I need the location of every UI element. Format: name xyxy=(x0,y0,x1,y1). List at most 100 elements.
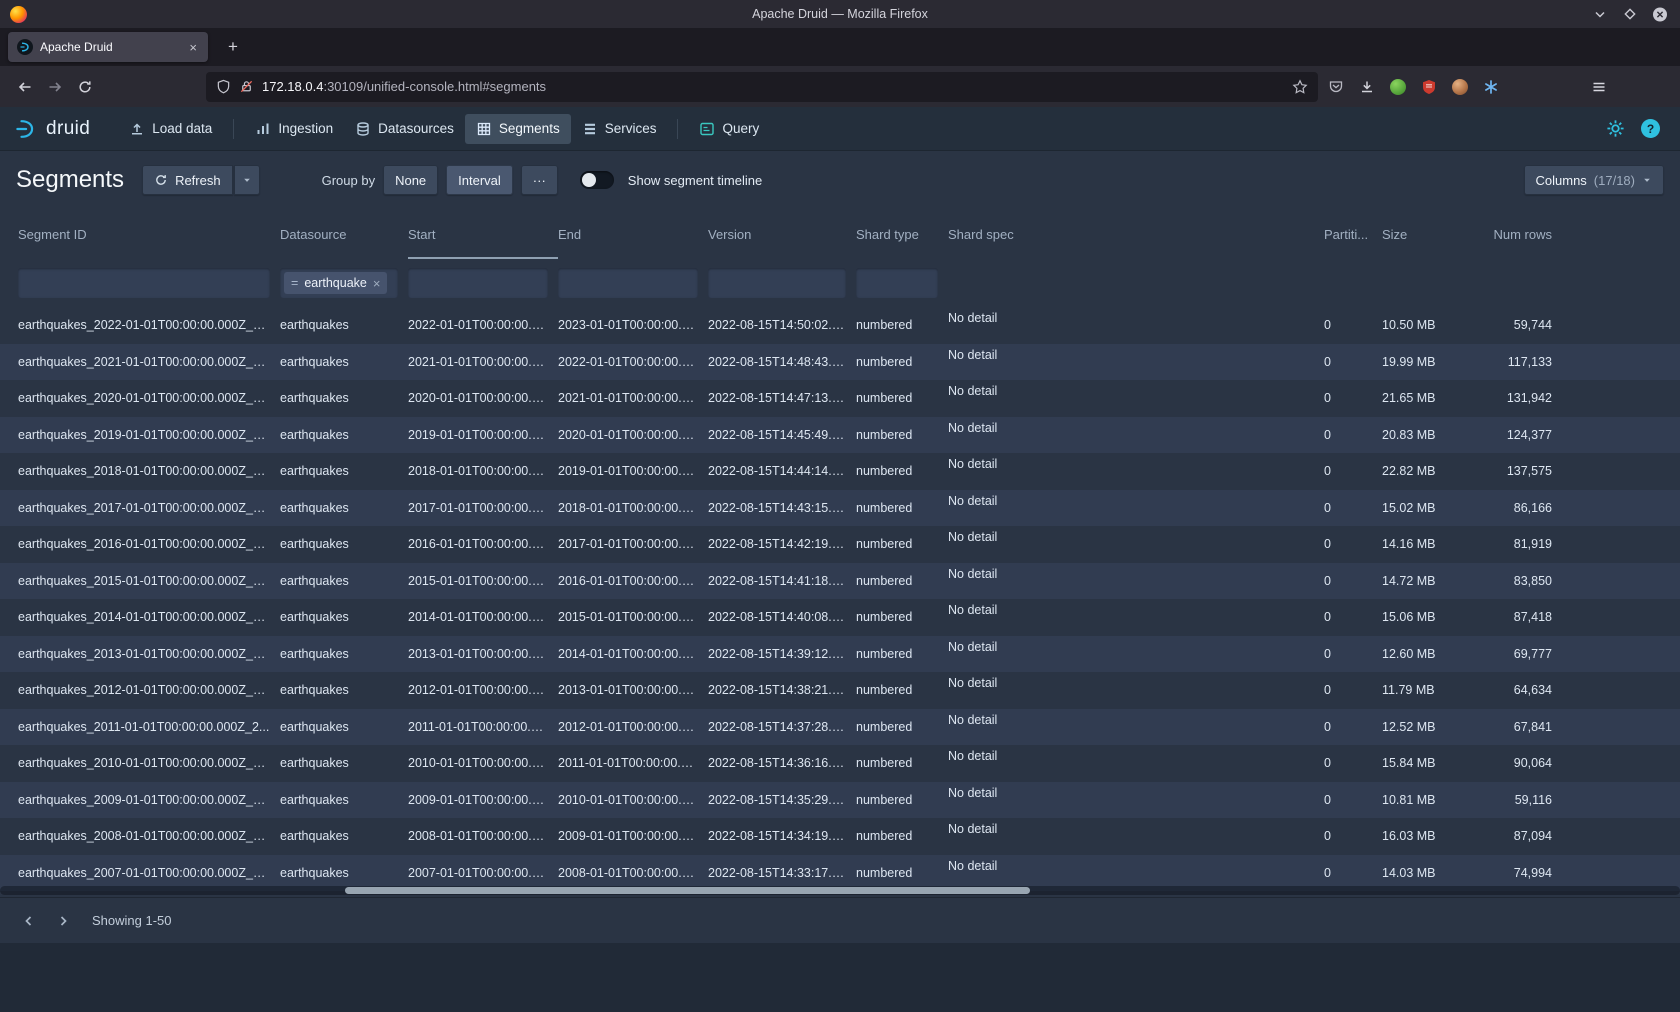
table-row[interactable]: earthquakes_2016-01-01T00:00:00.000Z_2..… xyxy=(0,526,1680,563)
cell-partition: 0 xyxy=(1324,355,1382,369)
help-icon[interactable]: ? xyxy=(1641,119,1660,138)
table-row[interactable]: earthquakes_2012-01-01T00:00:00.000Z_2..… xyxy=(0,672,1680,709)
table-row[interactable]: earthquakes_2022-01-01T00:00:00.000Z_2..… xyxy=(0,307,1680,344)
downloads-icon[interactable] xyxy=(1359,79,1375,95)
refresh-dropdown-button[interactable] xyxy=(234,165,260,195)
header-shard-spec[interactable]: Shard spec xyxy=(948,209,1324,259)
table-row[interactable]: earthquakes_2019-01-01T00:00:00.000Z_2..… xyxy=(0,417,1680,454)
segment-timeline-toggle[interactable] xyxy=(580,171,614,189)
header-end[interactable]: End xyxy=(558,209,708,259)
extension-snowflake-icon[interactable] xyxy=(1483,79,1499,95)
filter-remove-icon[interactable]: × xyxy=(373,276,381,291)
window-close-icon[interactable] xyxy=(1652,6,1668,22)
nav-item-segments[interactable]: Segments xyxy=(465,114,571,144)
filter-shard-type-input[interactable] xyxy=(856,268,938,298)
header-size[interactable]: Size xyxy=(1382,209,1490,259)
more-options-button[interactable]: ··· xyxy=(521,165,558,195)
url-text[interactable]: 172.18.0.4:30109/unified-console.html#se… xyxy=(262,79,546,94)
cell-size: 20.83 MB xyxy=(1382,428,1490,442)
cell-partition: 0 xyxy=(1324,501,1382,515)
cell-num-rows: 87,418 xyxy=(1490,610,1562,624)
table-row[interactable]: earthquakes_2021-01-01T00:00:00.000Z_2..… xyxy=(0,344,1680,381)
window-maximize-icon[interactable] xyxy=(1622,6,1638,22)
nav-item-ingestion[interactable]: Ingestion xyxy=(244,114,344,144)
bookmark-star-icon[interactable] xyxy=(1292,79,1308,95)
cell-partition: 0 xyxy=(1324,610,1382,624)
cell-shard-type: numbered xyxy=(856,501,948,515)
filter-datasource-input[interactable]: = earthquake × xyxy=(280,268,398,298)
tracking-protection-shield-icon[interactable] xyxy=(216,79,231,94)
nav-item-query[interactable]: Query xyxy=(688,114,770,144)
table-row[interactable]: earthquakes_2017-01-01T00:00:00.000Z_2..… xyxy=(0,490,1680,527)
toggle-knob xyxy=(582,173,596,187)
menu-icon[interactable] xyxy=(1585,73,1613,101)
cell-shard-spec: No detail xyxy=(948,453,1324,471)
table-row[interactable]: earthquakes_2010-01-01T00:00:00.000Z_2..… xyxy=(0,745,1680,782)
horizontal-scrollbar-thumb[interactable] xyxy=(345,887,1030,894)
cell-size: 22.82 MB xyxy=(1382,464,1490,478)
header-datasource[interactable]: Datasource xyxy=(280,209,408,259)
group-by-none-button[interactable]: None xyxy=(383,165,438,195)
cell-partition: 0 xyxy=(1324,537,1382,551)
ublock-extension-icon[interactable] xyxy=(1421,79,1437,95)
nav-item-services[interactable]: Services xyxy=(571,114,668,144)
cell-size: 12.52 MB xyxy=(1382,720,1490,734)
previous-page-icon[interactable] xyxy=(14,906,44,936)
header-version[interactable]: Version xyxy=(708,209,856,259)
cell-end: 2023-01-01T00:00:00.0... xyxy=(558,318,708,332)
back-icon[interactable] xyxy=(10,73,40,101)
next-page-icon[interactable] xyxy=(48,906,78,936)
columns-button[interactable]: Columns (17/18) xyxy=(1524,165,1665,195)
cell-shard-spec: No detail xyxy=(948,490,1324,508)
filter-segment-id-input[interactable] xyxy=(18,268,270,298)
cell-start: 2007-01-01T00:00:00.0... xyxy=(408,866,558,880)
cell-start: 2010-01-01T00:00:00.0... xyxy=(408,756,558,770)
new-tab-button[interactable]: + xyxy=(218,35,248,59)
profile-avatar[interactable] xyxy=(1452,79,1468,95)
forward-icon[interactable] xyxy=(40,73,70,101)
table-row[interactable]: earthquakes_2009-01-01T00:00:00.000Z_2..… xyxy=(0,782,1680,819)
table-row[interactable]: earthquakes_2014-01-01T00:00:00.000Z_2..… xyxy=(0,599,1680,636)
cell-end: 2021-01-01T00:00:00.0... xyxy=(558,391,708,405)
browser-tab-apache-druid[interactable]: Apache Druid × xyxy=(8,32,208,62)
privacy-badger-extension-icon[interactable] xyxy=(1390,79,1406,95)
cell-start: 2018-01-01T00:00:00.0... xyxy=(408,464,558,478)
url-bar[interactable]: 172.18.0.4:30109/unified-console.html#se… xyxy=(206,72,1318,102)
table-row[interactable]: earthquakes_2020-01-01T00:00:00.000Z_2..… xyxy=(0,380,1680,417)
header-start[interactable]: Start xyxy=(408,209,558,259)
refresh-button[interactable]: Refresh xyxy=(142,165,233,195)
datasource-filter-chip[interactable]: = earthquake × xyxy=(284,272,387,294)
cell-num-rows: 59,116 xyxy=(1490,793,1562,807)
insecure-lock-icon[interactable] xyxy=(239,79,254,94)
pocket-icon[interactable] xyxy=(1328,79,1344,95)
cell-datasource: earthquakes xyxy=(280,537,408,551)
header-partition[interactable]: Partiti... xyxy=(1324,209,1382,259)
filter-start-input[interactable] xyxy=(408,268,548,298)
table-row[interactable]: earthquakes_2013-01-01T00:00:00.000Z_2..… xyxy=(0,636,1680,673)
window-minimize-icon[interactable] xyxy=(1592,6,1608,22)
nav-item-load-data[interactable]: Load data xyxy=(118,114,223,144)
header-segment-id[interactable]: Segment ID xyxy=(18,209,280,259)
filter-version-input[interactable] xyxy=(708,268,846,298)
page-footer-space xyxy=(0,943,1680,1012)
table-row[interactable]: earthquakes_2011-01-01T00:00:00.000Z_2..… xyxy=(0,709,1680,746)
table-row[interactable]: earthquakes_2008-01-01T00:00:00.000Z_2..… xyxy=(0,818,1680,855)
cell-segment-id: earthquakes_2013-01-01T00:00:00.000Z_2..… xyxy=(18,647,280,661)
nav-item-datasources[interactable]: Datasources xyxy=(344,114,465,144)
cell-segment-id: earthquakes_2020-01-01T00:00:00.000Z_2..… xyxy=(18,391,280,405)
druid-brand[interactable]: druid xyxy=(14,118,90,140)
refresh-label: Refresh xyxy=(175,173,221,188)
pagination-bar: Showing 1-50 xyxy=(0,897,1680,943)
filter-end-input[interactable] xyxy=(558,268,698,298)
settings-gear-icon[interactable] xyxy=(1606,119,1625,138)
tab-close-icon[interactable]: × xyxy=(187,40,199,55)
group-by-interval-button[interactable]: Interval xyxy=(446,165,513,195)
grid-icon xyxy=(476,121,492,137)
table-row[interactable]: earthquakes_2018-01-01T00:00:00.000Z_2..… xyxy=(0,453,1680,490)
cell-datasource: earthquakes xyxy=(280,391,408,405)
reload-icon[interactable] xyxy=(70,73,100,101)
header-num-rows[interactable]: Num rows xyxy=(1490,209,1562,259)
header-shard-type[interactable]: Shard type xyxy=(856,209,948,259)
horizontal-scrollbar[interactable] xyxy=(0,886,1680,895)
table-row[interactable]: earthquakes_2015-01-01T00:00:00.000Z_2..… xyxy=(0,563,1680,600)
